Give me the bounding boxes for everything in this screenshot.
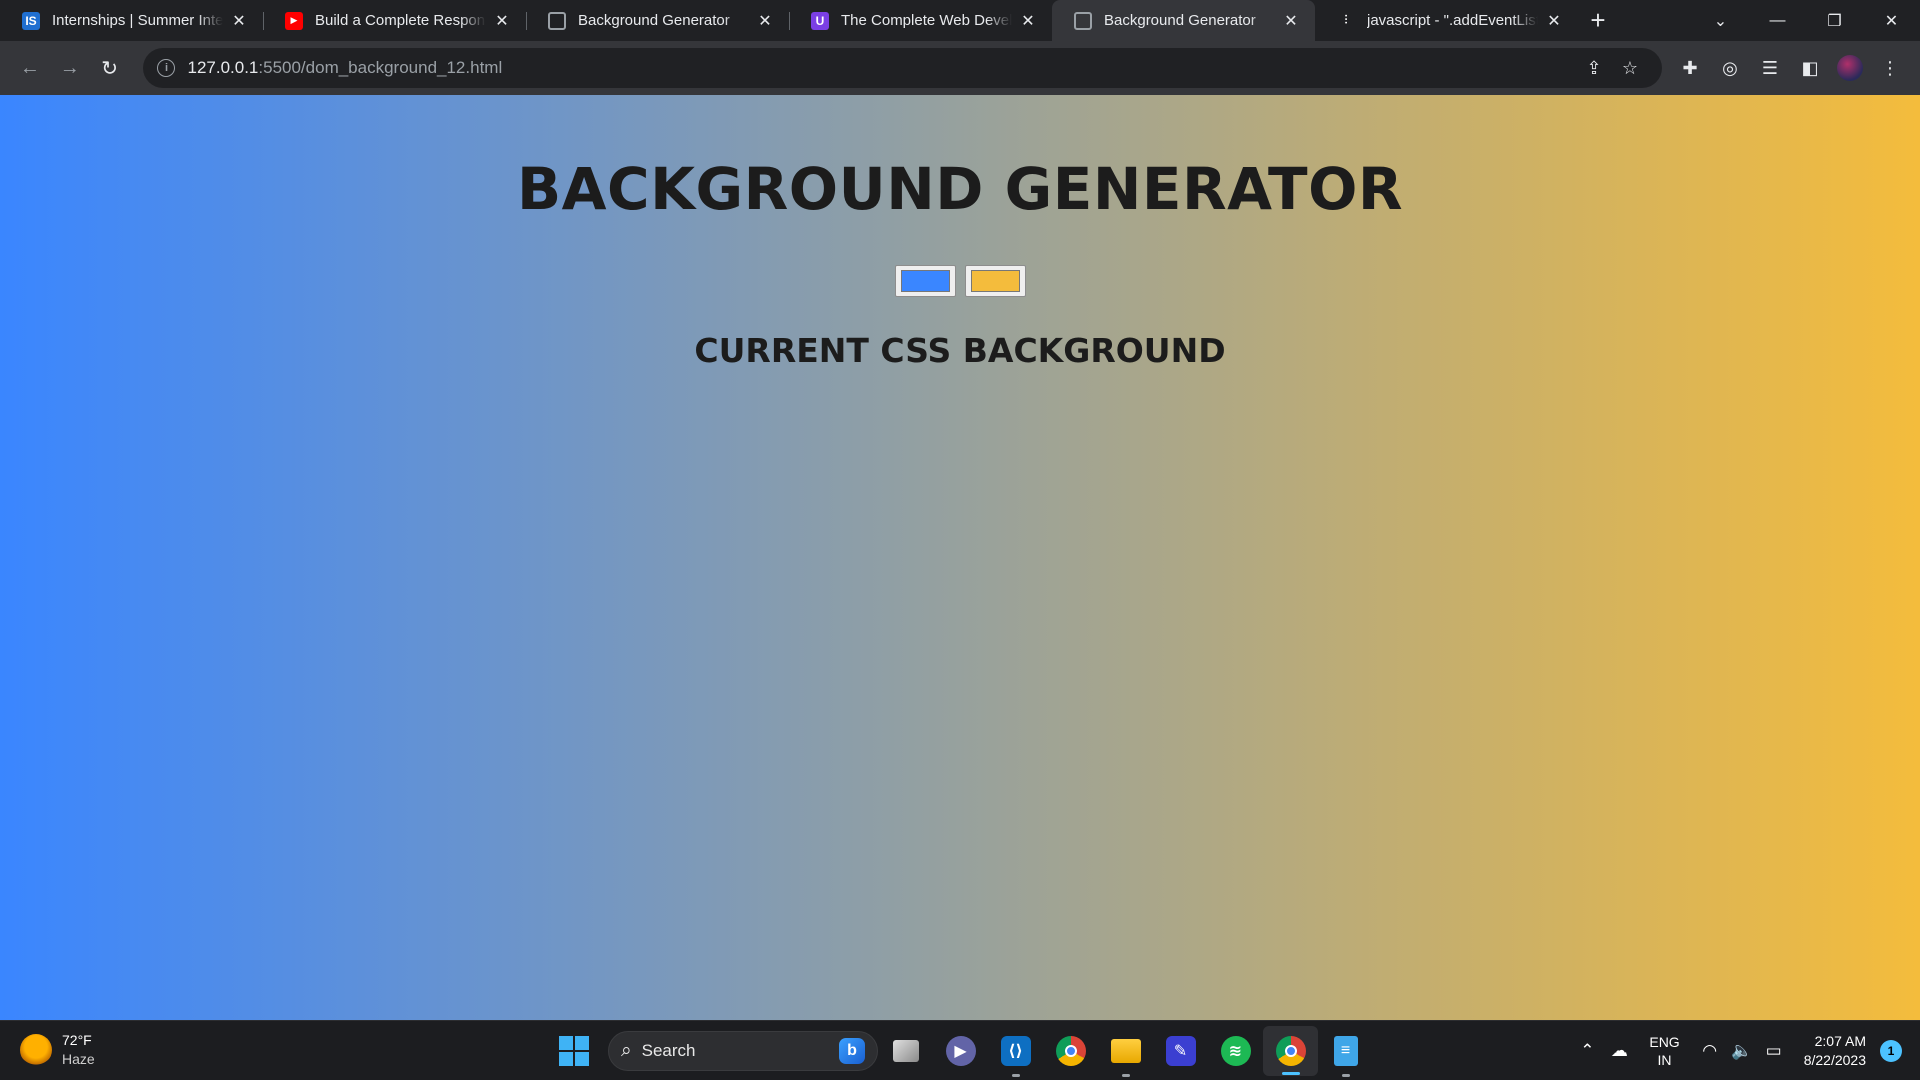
close-icon[interactable]: ✕ [1544,11,1564,31]
close-icon[interactable]: ✕ [492,11,512,31]
reload-button[interactable]: ↻ [90,48,130,88]
start-button[interactable] [552,1029,596,1073]
address-bar[interactable]: i 127.0.0.1:5500/dom_background_12.html … [143,48,1662,88]
close-icon[interactable]: ✕ [229,11,249,31]
tab-udemy[interactable]: U The Complete Web Developer ✕ [789,0,1052,41]
browser-tab-strip: IS Internships | Summer Internships ✕ ▶ … [0,0,1920,41]
color-swatch-2 [970,270,1020,292]
notepad-icon[interactable]: ≡ [1318,1021,1373,1080]
search-icon: ⌕ [621,1040,632,1061]
globe-icon [1074,11,1092,30]
browser-toolbar: ← → ↻ i 127.0.0.1:5500/dom_background_12… [0,41,1920,95]
profile-avatar[interactable] [1830,48,1870,88]
language-indicator[interactable]: ENG IN [1649,1033,1679,1069]
tab-title: javascript - ".addEventListener [1367,12,1538,29]
color-pickers [0,265,1920,297]
notification-badge[interactable]: 1 [1880,1040,1902,1062]
restore-button[interactable]: ❐ [1806,0,1863,41]
onedrive-icon[interactable]: ☁ [1603,1041,1635,1061]
youtube-icon: ▶ [285,11,303,30]
tab-internships[interactable]: IS Internships | Summer Internships ✕ [0,0,263,41]
tab-title: Background Generator [578,12,730,29]
close-icon[interactable]: ✕ [755,11,775,31]
udemy-icon: U [811,11,829,30]
forward-button[interactable]: → [50,48,90,88]
bing-icon[interactable]: b [839,1038,865,1064]
weather-condition: Haze [62,1051,95,1067]
performance-icon[interactable]: ◎ [1710,48,1750,88]
weather-widget[interactable]: 72°F Haze [20,1031,95,1069]
share-icon[interactable]: ⇪ [1576,50,1612,86]
stackoverflow-icon: ⫶ [1344,13,1348,27]
internshala-icon: IS [22,11,40,30]
clock-time: 2:07 AM [1814,1033,1866,1049]
teams-chat-icon[interactable]: ▶ [933,1021,988,1080]
clock[interactable]: 2:07 AM 8/22/2023 [1804,1032,1866,1070]
weather-haze-icon [20,1034,52,1066]
clock-date: 8/22/2023 [1803,1052,1866,1068]
tab-youtube[interactable]: ▶ Build a Complete Responsive Website ✕ [263,0,526,41]
close-icon[interactable]: ✕ [1281,11,1301,31]
close-icon[interactable]: ✕ [1018,11,1038,31]
chevron-up-icon[interactable]: ⌃ [1571,1041,1603,1061]
edit-app-icon[interactable]: ✎ [1153,1021,1208,1080]
weather-temperature: 72°F [62,1032,92,1048]
taskbar-apps: ⌕ Search b ▶ ⟨⟩ ✎ ≋ ≡ [552,1021,1373,1080]
color-input-1[interactable] [894,265,956,297]
toolbar-icons: ✚ ◎ ☰ ◧ ⋮ [1670,48,1910,88]
color-input-2[interactable] [964,265,1026,297]
chrome-profile-icon[interactable] [1263,1026,1318,1076]
tab-background-generator-1[interactable]: Background Generator ✕ [526,0,789,41]
windows-taskbar: 72°F Haze ⌕ Search b ▶ ⟨⟩ ✎ ≋ ≡ ⌃ ☁ ENG … [0,1020,1920,1080]
language-line-2: IN [1657,1052,1672,1068]
weather-text: 72°F Haze [62,1031,95,1069]
tab-title: Internships | Summer Internships [52,12,223,29]
browser-menu-icon[interactable]: ⋮ [1870,48,1910,88]
back-button[interactable]: ← [10,48,50,88]
site-info-icon[interactable]: i [157,59,176,77]
tab-stackoverflow[interactable]: ⫶ javascript - ".addEventListener ✕ [1315,0,1578,41]
battery-icon[interactable]: ▭ [1758,1041,1790,1061]
chrome-icon[interactable] [1043,1021,1098,1080]
url-path: :5500/dom_background_12.html [258,58,503,77]
system-tray: ⌃ ☁ ENG IN ◠ 🔈 ▭ 2:07 AM 8/22/2023 1 [1571,1021,1902,1080]
tab-background-generator-active[interactable]: Background Generator ✕ [1052,0,1315,41]
tab-title: Build a Complete Responsive Website [315,12,486,29]
vscode-icon[interactable]: ⟨⟩ [988,1021,1043,1080]
tab-title: The Complete Web Developer [841,12,1012,29]
spotify-icon[interactable]: ≋ [1208,1021,1263,1080]
task-view-icon[interactable] [878,1021,933,1080]
avatar [1837,55,1863,81]
volume-icon[interactable]: 🔈 [1726,1041,1758,1061]
media-control-icon[interactable]: ☰ [1750,48,1790,88]
taskbar-search[interactable]: ⌕ Search b [608,1031,878,1071]
new-tab-button[interactable]: + [1578,0,1618,41]
close-window-button[interactable]: ✕ [1863,0,1920,41]
globe-icon [548,11,566,30]
page-viewport: BACKGROUND GENERATOR CURRENT CSS BACKGRO… [0,95,1920,1020]
window-controls: ⌄ — ❐ ✕ [1692,0,1920,41]
wifi-icon[interactable]: ◠ [1694,1041,1726,1061]
current-css-heading: CURRENT CSS BACKGROUND [694,331,1226,370]
side-panel-icon[interactable]: ◧ [1790,48,1830,88]
color-swatch-1 [900,270,950,292]
bookmark-star-icon[interactable]: ☆ [1612,50,1648,86]
extensions-puzzle-icon[interactable]: ✚ [1670,48,1710,88]
url-host: 127.0.0.1 [187,58,259,77]
minimize-button[interactable]: — [1749,0,1806,41]
page-title: BACKGROUND GENERATOR [516,155,1404,223]
search-placeholder: Search [641,1041,696,1060]
tab-title: Background Generator [1104,12,1256,29]
tab-search-chevron-icon[interactable]: ⌄ [1692,0,1749,41]
language-line-1: ENG [1649,1034,1680,1050]
file-explorer-icon[interactable] [1098,1021,1153,1080]
